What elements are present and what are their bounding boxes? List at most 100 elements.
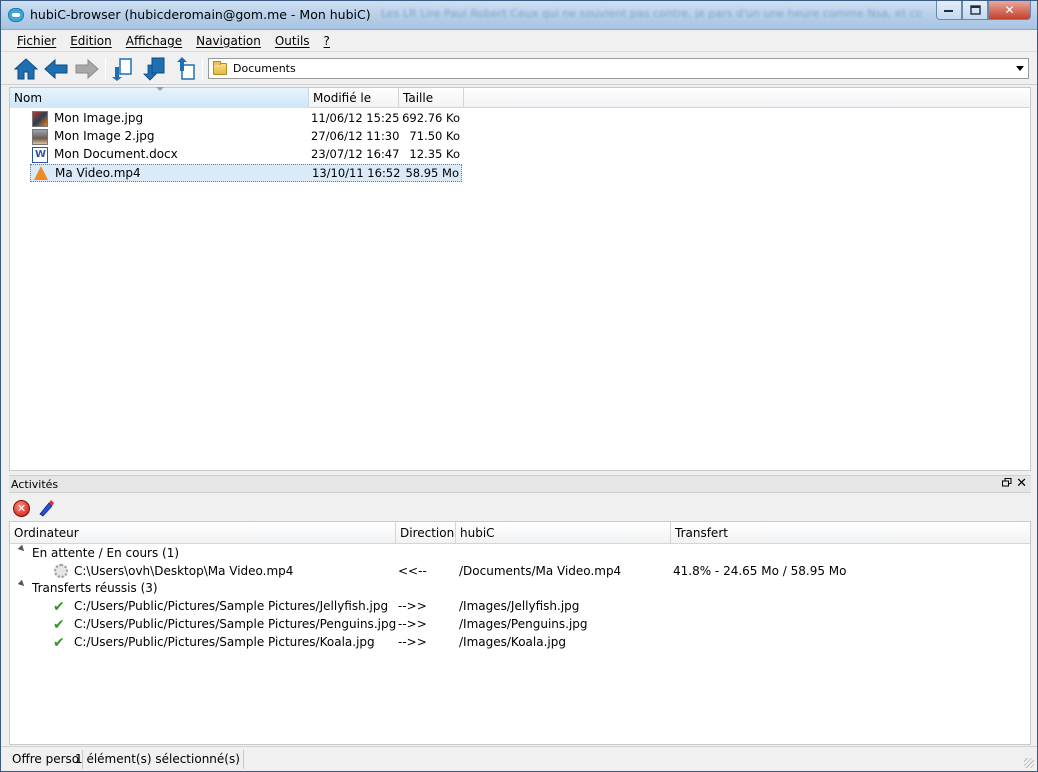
menu-help[interactable]: ? (317, 34, 337, 48)
activities-panel-header: Activités ✕ (9, 475, 1031, 493)
download-button[interactable] (111, 57, 135, 81)
chevron-down-icon (1016, 66, 1024, 71)
new-folder-button[interactable] (174, 57, 198, 81)
word-document-icon (32, 147, 48, 163)
close-icon: ✕ (1004, 3, 1015, 17)
transfer-local-path: C:/Users/Public/Pictures/Sample Pictures… (74, 617, 397, 631)
transfer-direction: -->> (398, 635, 427, 649)
forward-button[interactable] (75, 57, 99, 81)
upload-icon (143, 57, 165, 81)
menu-bar: Fichier Edition Affichage Navigation Out… (1, 30, 1037, 52)
image-icon (32, 129, 48, 145)
vlc-video-icon (34, 166, 48, 180)
resize-grip-icon[interactable] (1024, 758, 1034, 768)
file-row[interactable]: Mon Image 2.jpg 27/06/12 11:30 71.50 Ko (30, 128, 462, 146)
maximize-button[interactable] (962, 1, 988, 20)
expand-arrow-icon[interactable] (17, 544, 27, 554)
upload-button[interactable] (143, 57, 167, 81)
group-row-completed[interactable]: Transferts réussis (3) (10, 579, 1030, 598)
transfers-list: Ordinateur Direction hubiC Transfert En … (9, 521, 1031, 745)
column-header-modified[interactable]: Modifié le (309, 88, 399, 108)
transfer-remote-path: /Documents/Ma Video.mp4 (459, 564, 622, 578)
column-header-transfert[interactable]: Transfert (671, 522, 1032, 544)
success-check-icon: ✔ (53, 599, 65, 615)
folder-icon (213, 60, 227, 75)
group-row-pending[interactable]: En attente / En cours (1) (10, 544, 1030, 563)
menu-edition[interactable]: Edition (63, 34, 119, 48)
transfer-direction: <<-- (398, 564, 427, 578)
pending-gear-icon (54, 564, 68, 578)
file-row-selected[interactable]: Ma Video.mp4 13/10/11 16:52 58.95 Mo (30, 164, 462, 182)
column-header-ordinateur[interactable]: Ordinateur (10, 522, 396, 544)
home-icon (14, 58, 38, 80)
transfer-remote-path: /Images/Jellyfish.jpg (459, 599, 580, 613)
status-selection: 1 élément(s) sélectionné(s) (72, 750, 244, 769)
hubic-cloud-icon (8, 8, 24, 22)
file-row[interactable]: Mon Image.jpg 11/06/12 15:25 692.76 Ko (30, 110, 462, 128)
forward-icon (75, 59, 99, 79)
file-date: 23/07/12 16:47 (311, 147, 400, 161)
transfer-local-path: C:\Users\ovh\Desktop\Ma Video.mp4 (74, 564, 294, 578)
restore-panel-icon[interactable] (1002, 478, 1012, 490)
file-row[interactable]: Mon Document.docx 23/07/12 16:47 12.35 K… (30, 146, 462, 164)
new-folder-icon (177, 57, 195, 80)
column-header-size[interactable]: Taille (399, 88, 464, 108)
file-date: 11/06/12 15:25 (311, 111, 400, 125)
path-dropdown[interactable]: Documents (208, 58, 1029, 79)
column-header-hubic[interactable]: hubiC (456, 522, 671, 544)
status-bar: Offre perso 1 élément(s) sélectionné(s) (1, 746, 1037, 771)
transfer-row[interactable]: ✔ C:/Users/Public/Pictures/Sample Pictur… (10, 616, 1030, 634)
file-name: Mon Document.docx (54, 147, 178, 161)
file-name: Mon Image 2.jpg (54, 129, 155, 143)
column-header-nom[interactable]: Nom (10, 87, 309, 108)
column-header-direction[interactable]: Direction (396, 522, 456, 544)
menu-outils[interactable]: Outils (268, 34, 317, 48)
transfer-local-path: C:/Users/Public/Pictures/Sample Pictures… (74, 635, 375, 649)
minimize-icon (944, 10, 953, 12)
group-label: En attente / En cours (1) (32, 546, 180, 560)
transfer-direction: -->> (398, 617, 427, 631)
toolbar-separator (105, 58, 106, 80)
minimize-button[interactable] (936, 1, 962, 20)
menu-fichier[interactable]: Fichier (10, 34, 63, 48)
transfer-row[interactable]: C:\Users\ovh\Desktop\Ma Video.mp4 <<-- /… (10, 563, 1030, 581)
back-button[interactable] (44, 57, 68, 81)
file-name: Ma Video.mp4 (55, 166, 141, 180)
transfer-local-path: C:/Users/Public/Pictures/Sample Pictures… (74, 599, 389, 613)
window-title: hubiC-browser (hubicderomain@gom.me - Mo… (30, 7, 371, 22)
transfer-remote-path: /Images/Koala.jpg (459, 635, 566, 649)
group-label: Transferts réussis (3) (32, 581, 158, 595)
transfer-direction: -->> (398, 599, 427, 613)
download-icon (112, 58, 132, 81)
sort-arrow-icon (156, 87, 164, 91)
file-list-header: Nom Modifié le Taille (10, 87, 1030, 108)
file-size: 12.35 Ko (409, 147, 460, 161)
menu-affichage[interactable]: Affichage (119, 34, 189, 48)
file-name: Mon Image.jpg (54, 111, 144, 125)
success-check-icon: ✔ (53, 635, 65, 651)
expand-arrow-icon[interactable] (17, 579, 27, 589)
cancel-transfer-icon[interactable]: ✕ (13, 500, 30, 517)
blurred-background-text: Les LR Lire Paul Robert Ceux qui ne souv… (381, 7, 921, 20)
transfers-header: Ordinateur Direction hubiC Transfert (10, 522, 1030, 544)
image-icon (32, 111, 48, 127)
file-size: 58.95 Mo (405, 166, 459, 180)
activities-title: Activités (11, 478, 59, 491)
file-size: 71.50 Ko (409, 129, 460, 143)
app-window: hubiC-browser (hubicderomain@gom.me - Mo… (0, 0, 1038, 772)
clear-list-icon[interactable] (37, 499, 55, 517)
file-size: 692.76 Ko (402, 111, 460, 125)
transfer-row[interactable]: ✔ C:/Users/Public/Pictures/Sample Pictur… (10, 634, 1030, 652)
file-list: Nom Modifié le Taille Mon Image.jpg 11/0… (9, 87, 1031, 471)
transfer-remote-path: /Images/Penguins.jpg (459, 617, 588, 631)
close-panel-icon[interactable]: ✕ (1016, 476, 1027, 491)
back-icon (44, 59, 68, 79)
home-button[interactable] (14, 57, 38, 81)
file-date: 13/10/11 16:52 (312, 166, 401, 180)
file-date: 27/06/12 11:30 (311, 129, 400, 143)
transfer-row[interactable]: ✔ C:/Users/Public/Pictures/Sample Pictur… (10, 598, 1030, 616)
menu-navigation[interactable]: Navigation (189, 34, 268, 48)
title-bar[interactable]: hubiC-browser (hubicderomain@gom.me - Mo… (1, 1, 1037, 30)
maximize-icon (969, 5, 981, 15)
close-button[interactable]: ✕ (988, 1, 1031, 20)
